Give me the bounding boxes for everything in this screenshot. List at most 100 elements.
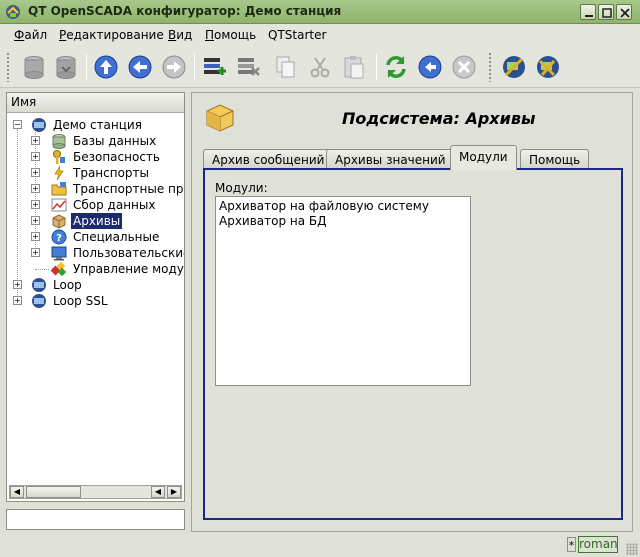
copy-button[interactable] — [272, 53, 300, 81]
tree-item-security[interactable]: + Безопасность — [7, 149, 184, 165]
tree-item-label: Специальные — [73, 230, 160, 244]
folder-network-icon — [51, 182, 67, 196]
up-button[interactable] — [92, 53, 120, 81]
maximize-button[interactable] — [598, 4, 614, 20]
scroll-right-arrow[interactable]: ▶ — [167, 486, 181, 498]
menu-view[interactable]: Вид — [168, 28, 192, 42]
resize-grip[interactable] — [626, 543, 638, 555]
tree-item-label: Loop SSL — [53, 294, 108, 308]
tree-column-header[interactable]: Имя — [7, 93, 184, 113]
db-save-icon — [56, 56, 76, 79]
tree-expander[interactable]: + — [13, 296, 22, 305]
close-button[interactable] — [616, 4, 632, 20]
tree-item-label: Архивы — [71, 213, 123, 229]
station-icon — [32, 118, 46, 132]
restart-button[interactable] — [416, 53, 444, 81]
item-add-button[interactable] — [200, 53, 228, 81]
minimize-button[interactable] — [580, 4, 596, 20]
tree-item-demo-station[interactable]: − Демо станция — [7, 117, 184, 133]
tree-expander[interactable]: + — [13, 280, 22, 289]
current-user[interactable]: roman — [578, 536, 618, 553]
stop-button[interactable] — [450, 53, 478, 81]
refresh-button[interactable] — [382, 53, 410, 81]
status-message-field[interactable] — [6, 509, 185, 530]
tree-item-specials[interactable]: + ? Специальные — [7, 229, 184, 245]
toolbar-separator — [86, 54, 87, 80]
monitor-icon — [51, 246, 67, 261]
cut-icon — [310, 57, 330, 78]
modules-label: Модули: — [215, 181, 268, 195]
menu-file[interactable]: Файл — [14, 28, 47, 42]
forward-icon — [162, 55, 186, 79]
tree-item-module-management[interactable]: Управление модул — [7, 261, 184, 277]
settings-station-button[interactable] — [534, 53, 562, 81]
tab-modules[interactable]: Модули — [450, 145, 517, 170]
scroll-left-arrow[interactable]: ◀ — [10, 486, 24, 498]
scroll-thumb[interactable] — [26, 486, 81, 498]
tree-expander[interactable]: + — [31, 232, 40, 241]
menu-edit[interactable]: Редактирование — [59, 28, 164, 42]
window-title: QT OpenSCADA конфигуратор: Демо станция — [28, 4, 342, 18]
tree-expander[interactable]: + — [31, 152, 40, 161]
database-icon — [52, 134, 66, 149]
cut-button[interactable] — [306, 53, 334, 81]
tree-item-archives[interactable]: + Архивы — [7, 213, 184, 229]
tree-expander[interactable]: + — [31, 184, 40, 193]
page-title: Подсистема: Архивы — [342, 109, 536, 128]
paste-icon — [344, 56, 364, 79]
tree-item-data-acquisition[interactable]: + Сбор данных — [7, 197, 184, 213]
tree-item-label: Управление модул — [73, 262, 184, 276]
tree-expander[interactable]: + — [31, 200, 40, 209]
tree-horizontal-scrollbar[interactable]: ◀ ◀ ▶ — [9, 485, 182, 499]
menu-help[interactable]: Помощь — [205, 28, 256, 42]
tree-expander[interactable]: + — [31, 216, 40, 225]
tree-expander[interactable]: + — [31, 248, 40, 257]
status-bar: * roman — [0, 534, 640, 557]
tree-item-loop[interactable]: + Loop — [7, 277, 184, 293]
tree-item-transports[interactable]: + Транспорты — [7, 165, 184, 181]
title-bar[interactable]: QT OpenSCADA конфигуратор: Демо станция — [0, 0, 640, 24]
item-delete-button[interactable] — [234, 53, 262, 81]
close-icon — [620, 8, 630, 18]
archive-box-icon — [52, 214, 66, 229]
tree-expander[interactable]: + — [31, 136, 40, 145]
modules-list[interactable]: Архиватор на файловую систему Архиватор … — [215, 196, 471, 386]
tree-item-databases[interactable]: + Базы данных — [7, 133, 184, 149]
tab-value-archives[interactable]: Архивы значений — [326, 149, 455, 169]
svg-text:?: ? — [56, 233, 62, 244]
back-button[interactable] — [126, 53, 154, 81]
paste-button[interactable] — [340, 53, 368, 81]
stop-icon — [452, 55, 476, 79]
chart-icon — [51, 198, 67, 212]
item-add-icon — [204, 58, 226, 75]
scroll-left-arrow[interactable]: ◀ — [151, 486, 165, 498]
refresh-icon — [386, 56, 406, 78]
tree-item-label: Loop — [53, 278, 82, 292]
lightning-icon — [54, 165, 64, 181]
db-load-button[interactable] — [20, 53, 48, 81]
tree-item-label: Безопасность — [73, 150, 160, 164]
tree-item-label: Пользовательские — [73, 246, 184, 260]
tree-item-user-interfaces[interactable]: + Пользовательские — [7, 245, 184, 261]
maximize-icon — [602, 8, 612, 18]
remote-station-button[interactable] — [500, 53, 528, 81]
db-save-button[interactable] — [52, 53, 80, 81]
list-item[interactable]: Архиватор на БД — [219, 214, 327, 229]
tree-expander[interactable]: − — [13, 120, 22, 129]
forward-button[interactable] — [160, 53, 188, 81]
station-icon — [32, 278, 46, 292]
tree-item-label: Транспортные прот — [73, 182, 184, 196]
navigation-tree[interactable]: Имя − Демо станция + Базы данных + Безоп… — [6, 92, 185, 502]
tree-item-transport-protocols[interactable]: + Транспортные прот — [7, 181, 184, 197]
tree-expander[interactable]: + — [31, 168, 40, 177]
menu-qtstarter[interactable]: QTStarter — [268, 28, 326, 42]
toolbar-grip[interactable] — [488, 52, 492, 82]
tab-help[interactable]: Помощь — [520, 149, 590, 169]
tab-message-archive[interactable]: Архив сообщений — [203, 149, 334, 169]
copy-icon — [276, 56, 295, 78]
tree-item-label: Базы данных — [73, 134, 157, 148]
list-item[interactable]: Архиватор на файловую систему — [219, 199, 429, 214]
tree-item-label: Демо станция — [53, 118, 142, 132]
toolbar-grip[interactable] — [6, 52, 10, 82]
tree-item-loop-ssl[interactable]: + Loop SSL — [7, 293, 184, 309]
